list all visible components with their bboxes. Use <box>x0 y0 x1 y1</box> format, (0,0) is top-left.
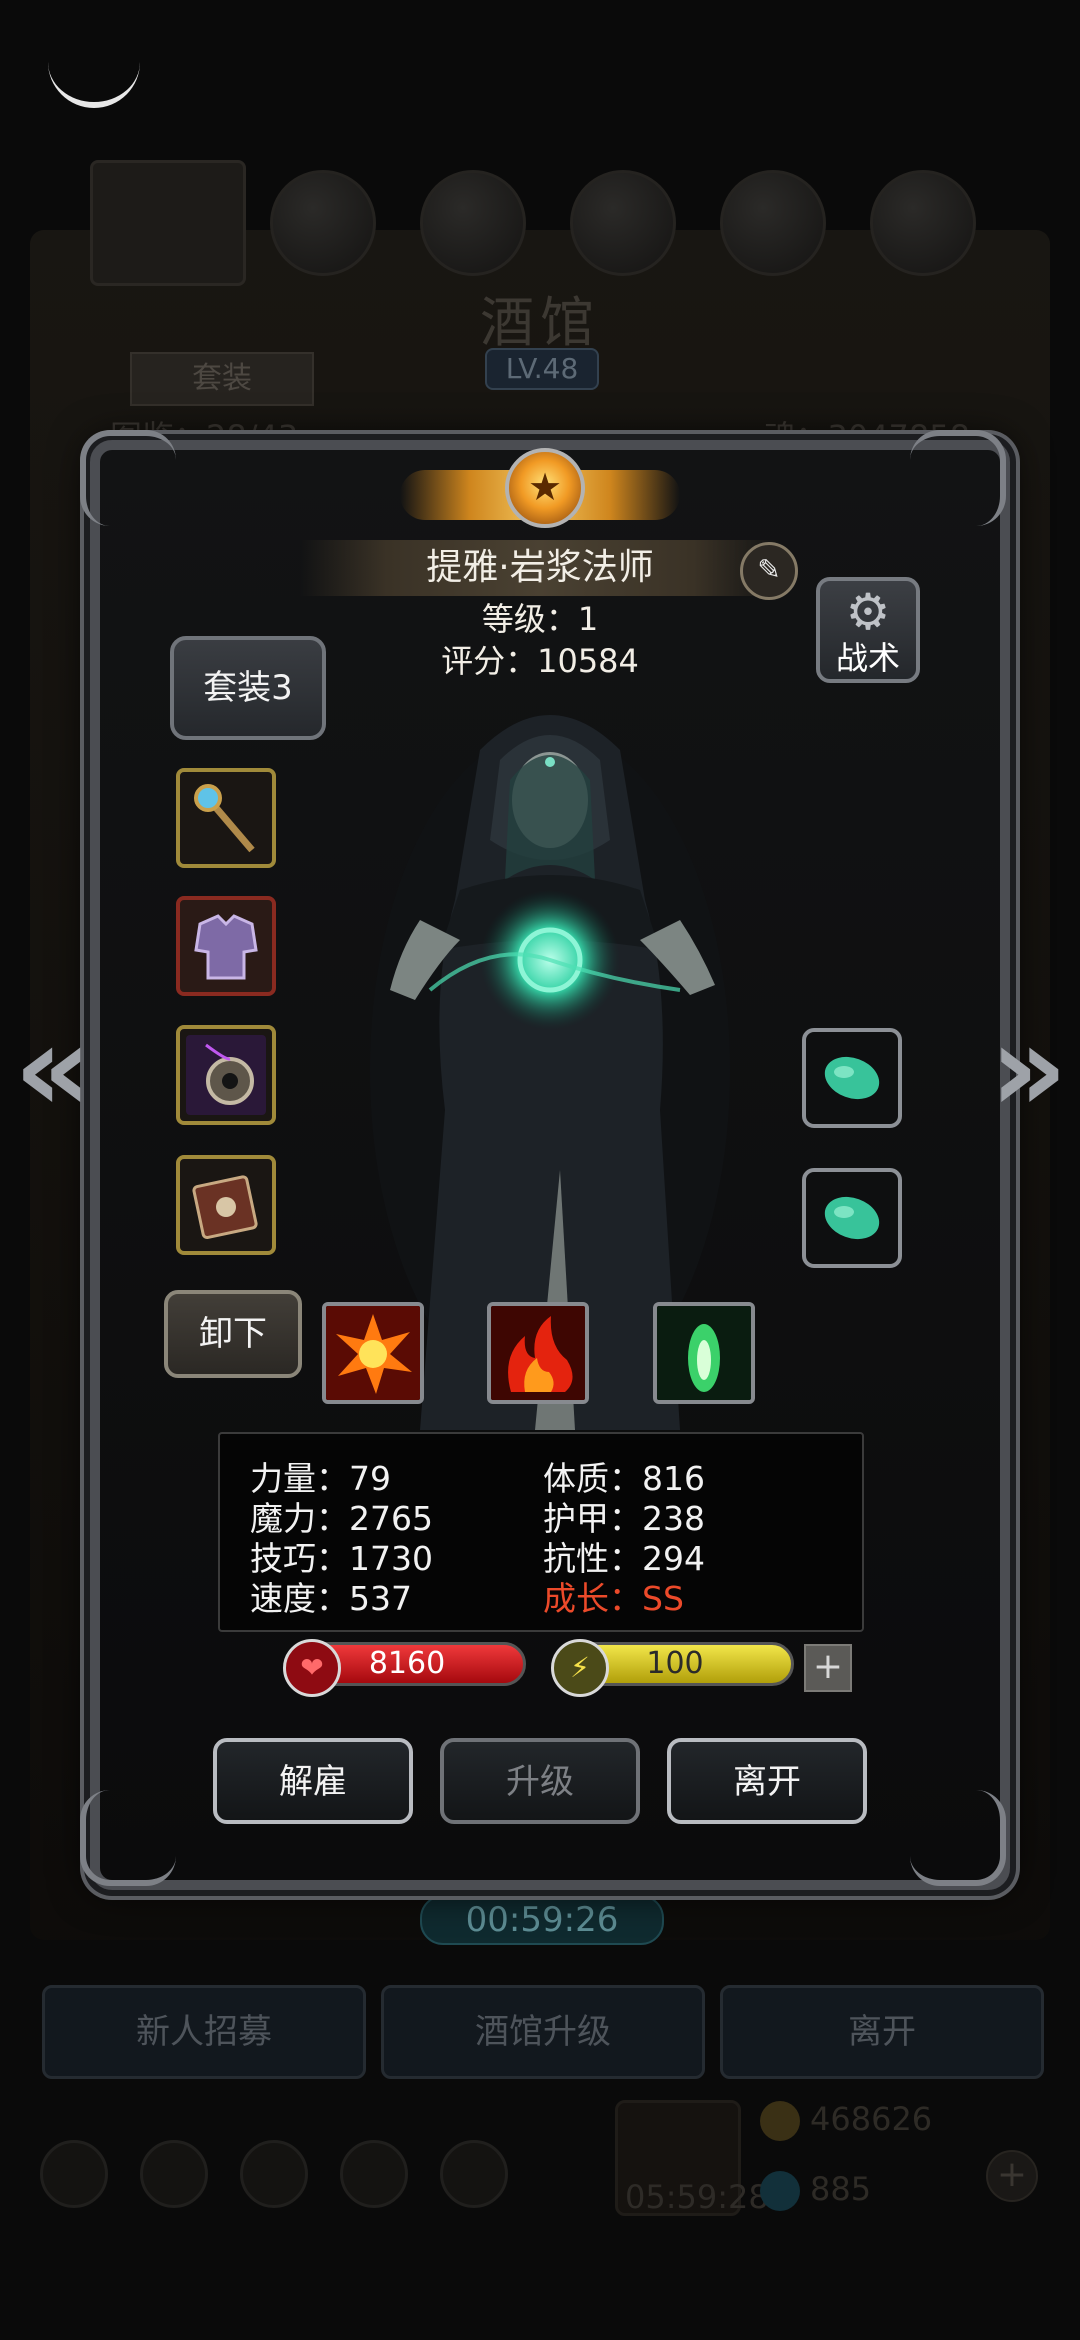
footer-icon <box>140 2140 208 2208</box>
armor-icon <box>194 914 258 980</box>
leave-button[interactable]: 离开 <box>667 1738 867 1824</box>
upgrade-button[interactable]: 升级 <box>440 1738 640 1824</box>
amulet-slot[interactable] <box>176 1025 276 1125</box>
footer-bar: 05:59:28 468626 885 + <box>30 2090 1050 2230</box>
tavern-title: 酒馆 <box>480 291 600 354</box>
orb-icon <box>870 170 976 276</box>
frame-ornament <box>80 1790 176 1886</box>
footer-icon <box>340 2140 408 2208</box>
heart-icon: ❤ <box>283 1639 341 1697</box>
orb-icon <box>720 170 826 276</box>
edit-name-button[interactable]: ✎ <box>740 542 798 600</box>
hero-name: 提雅·岩浆法师 <box>300 540 780 596</box>
gem-counter: 885 <box>760 2170 871 2211</box>
add-currency-icon: + <box>986 2150 1038 2202</box>
status-ring-icon <box>48 40 140 108</box>
gem-slot-1[interactable] <box>802 1028 902 1128</box>
equipment-set-button[interactable]: 套装3 <box>170 636 326 740</box>
fire-icon <box>491 1306 585 1400</box>
explosion-icon <box>326 1306 420 1400</box>
tavern-leave-button: 离开 <box>720 1985 1044 2079</box>
tavern-upgrade-button: 酒馆升级 <box>381 1985 705 2079</box>
hp-bar: ❤ 8160 <box>283 1639 526 1697</box>
hp-value: 8160 <box>368 1646 446 1681</box>
orb-icon <box>420 170 526 276</box>
energy-value: 100 <box>646 1646 704 1681</box>
avatar <box>90 160 246 286</box>
jade-gem-icon <box>824 1196 880 1240</box>
stat-speed: 速度：537 <box>250 1579 412 1618</box>
set-tab: 套装 <box>130 352 314 406</box>
gem-slot-2[interactable] <box>802 1168 902 1268</box>
skill-explosion[interactable] <box>322 1302 424 1404</box>
armor-slot[interactable] <box>176 896 276 996</box>
green-flame-icon <box>657 1306 751 1400</box>
rank-emblem-icon: ★ <box>505 448 585 528</box>
frame-ornament <box>910 1790 1006 1886</box>
frame-ornament <box>910 430 1006 526</box>
tactics-label: 战术 <box>835 639 900 677</box>
footer-icon <box>40 2140 108 2208</box>
jade-gem-icon <box>824 1056 880 1100</box>
book-slot[interactable] <box>176 1155 276 1255</box>
amulet-icon <box>186 1035 266 1115</box>
tavern-level-badge: LV.48 <box>485 348 599 390</box>
unequip-button[interactable]: 卸下 <box>164 1290 302 1378</box>
energy-bar: ⚡ 100 <box>551 1639 794 1697</box>
book-icon <box>192 1175 258 1240</box>
footer-icon <box>240 2140 308 2208</box>
weapon-slot[interactable] <box>176 768 276 868</box>
gift-timer: 05:59:28 <box>625 2178 769 2216</box>
skill-fire[interactable] <box>487 1302 589 1404</box>
add-energy-button[interactable]: + <box>804 1644 852 1692</box>
refresh-timer: 00:59:26 <box>420 1895 664 1945</box>
orb-icon <box>570 170 676 276</box>
pencil-icon: ✎ <box>757 553 781 586</box>
previous-hero-arrow-icon[interactable]: « <box>14 1010 92 1130</box>
staff-icon <box>194 784 255 853</box>
tactics-button[interactable]: ⚙ 战术 <box>816 577 920 683</box>
gem-icon <box>760 2171 800 2211</box>
gold-counter: 468626 <box>760 2100 932 2141</box>
orb-icon <box>270 170 376 276</box>
top-icon-row <box>40 160 1040 286</box>
recruit-button: 新人招募 <box>42 1985 366 2079</box>
skill-green-flame[interactable] <box>653 1302 755 1404</box>
next-hero-arrow-icon[interactable]: » <box>990 1010 1068 1130</box>
lightning-icon: ⚡ <box>551 1639 609 1697</box>
stat-growth: 成长：SS <box>543 1579 684 1618</box>
frame-ornament <box>80 430 176 526</box>
footer-icon <box>440 2140 508 2208</box>
gold-icon <box>760 2101 800 2141</box>
dismiss-button[interactable]: 解雇 <box>213 1738 413 1824</box>
